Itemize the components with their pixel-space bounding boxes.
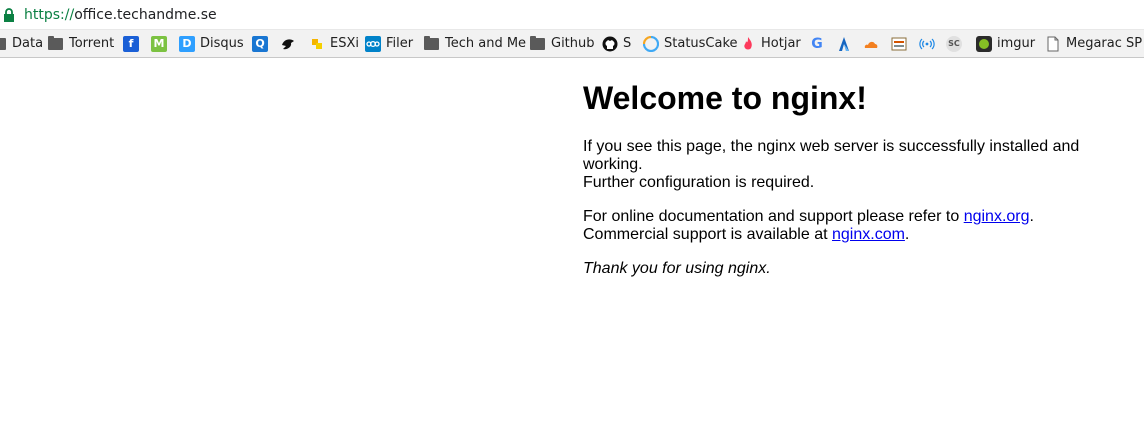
- page-heading: Welcome to nginx!: [583, 80, 867, 116]
- intro-paragraph: If you see this page, the nginx web serv…: [583, 138, 1143, 192]
- bookmark-google[interactable]: G: [809, 30, 825, 57]
- thanks-paragraph: Thank you for using nginx.: [583, 260, 1143, 278]
- bookmark-label: Github: [551, 36, 595, 51]
- bookmark-megarac-sp[interactable]: Megarac SP: [1045, 30, 1142, 57]
- bookmark-tech-and-me[interactable]: Tech and Me: [424, 30, 526, 57]
- bookmark-data[interactable]: Data: [0, 30, 43, 57]
- disqus-icon: D: [179, 35, 195, 52]
- folder-icon: [0, 37, 6, 50]
- bookmark-esxi[interactable]: ESXi: [309, 30, 359, 57]
- bookmark-q[interactable]: Q: [252, 30, 268, 57]
- bookmark-hotjar[interactable]: Hotjar: [740, 30, 801, 57]
- bookmark-wifi[interactable]: [919, 30, 935, 57]
- commercial-suffix: .: [904, 226, 910, 243]
- thanks-text: Thank you for using nginx.: [583, 260, 771, 277]
- bookmark-app[interactable]: f: [123, 30, 139, 57]
- folder-icon: [48, 35, 63, 50]
- bookmark-label: Disqus: [200, 36, 244, 51]
- docs-paragraph: For online documentation and support ple…: [583, 208, 1143, 244]
- url-scheme: https://: [24, 7, 75, 23]
- lock-icon: [4, 8, 14, 22]
- imgur-icon: [976, 35, 992, 52]
- a-icon-blue: [839, 36, 849, 51]
- url-host: office.techandme.se: [74, 7, 217, 23]
- statuscake-icon: [643, 35, 659, 52]
- bookmark-label: Megarac SP: [1066, 36, 1143, 51]
- bookmark-statuscake[interactable]: StatusCake: [643, 30, 738, 57]
- commercial-prefix: Commercial support is available at: [583, 226, 832, 243]
- folder-icon: [424, 35, 439, 50]
- bookmark-label: Data: [12, 36, 44, 51]
- google-icon: G: [811, 35, 823, 52]
- bookmark-sc[interactable]: SC: [946, 30, 962, 57]
- intro-line-2: Further configuration is required.: [583, 174, 815, 191]
- github-icon: [602, 36, 618, 51]
- bookmark-label: StatusCake: [664, 36, 738, 51]
- app-icon-blue: f: [123, 35, 139, 52]
- nginx-org-link[interactable]: nginx.org: [964, 208, 1030, 225]
- sc-icon: SC: [946, 35, 962, 52]
- nginx-welcome-content: Welcome to nginx! If you see this page, …: [583, 80, 1143, 278]
- bookmark-label: imgur: [997, 36, 1036, 51]
- bookmark-torrent[interactable]: Torrent: [48, 30, 114, 57]
- bookmark-label: ESXi: [330, 36, 359, 51]
- bookmark-label: Filer: [386, 36, 414, 51]
- bird-icon: [282, 38, 294, 49]
- docs-prefix: For online documentation and support ple…: [583, 208, 964, 225]
- folder-icon: [530, 35, 545, 50]
- bookmark-label: Tech and Me: [445, 36, 527, 51]
- address-bar[interactable]: https://office.techandme.se: [0, 0, 1144, 30]
- bookmark-label: Torrent: [69, 36, 115, 51]
- nextcloud-icon: [365, 35, 381, 52]
- bookmark-tool[interactable]: [891, 30, 907, 57]
- bookmark-label: S: [623, 36, 632, 51]
- bookmark-disqus[interactable]: D Disqus: [179, 30, 244, 57]
- hotjar-icon: [744, 36, 752, 49]
- wifi-icon: [919, 38, 935, 49]
- q-icon-blue: Q: [252, 35, 268, 52]
- bookmark-a[interactable]: [836, 30, 852, 57]
- bookmark-s[interactable]: S: [602, 30, 631, 57]
- esxi-icon: [312, 38, 322, 49]
- bookmark-imgur[interactable]: imgur: [976, 30, 1035, 57]
- page-icon: [1047, 36, 1059, 51]
- nginx-com-link[interactable]: nginx.com: [832, 226, 905, 243]
- docs-suffix: .: [1029, 208, 1034, 225]
- m-icon-green: M: [151, 35, 167, 52]
- bookmark-cloudflare[interactable]: [863, 30, 879, 57]
- bookmarks-bar: Data Torrent f M D Disqus Q ESXi Filer T…: [0, 30, 1144, 58]
- bookmark-bird[interactable]: [280, 30, 296, 57]
- bookmark-label: Hotjar: [761, 36, 801, 51]
- url-text[interactable]: https://office.techandme.se: [24, 6, 217, 24]
- tool-icon: [891, 37, 907, 50]
- bookmark-m[interactable]: M: [151, 30, 167, 57]
- intro-line-1: If you see this page, the nginx web serv…: [583, 138, 1080, 173]
- bookmark-filer[interactable]: Filer: [365, 30, 413, 57]
- bookmark-github[interactable]: Github: [530, 30, 595, 57]
- cloudflare-icon: [864, 41, 878, 48]
